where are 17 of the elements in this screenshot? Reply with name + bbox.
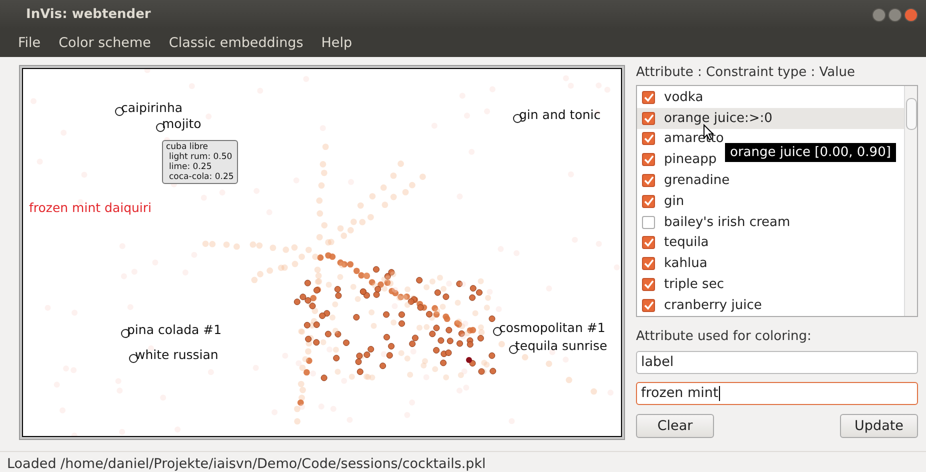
tooltip-title: cuba libre bbox=[166, 142, 210, 152]
point-label: gin and tonic bbox=[519, 106, 601, 122]
point-label: pina colada #1 bbox=[127, 322, 222, 337]
point-label: frozen mint daiquiri bbox=[29, 200, 152, 215]
tooltip: orange juice [0.00, 0.90] bbox=[725, 142, 896, 162]
point-label: white russian bbox=[135, 346, 218, 362]
list-heading: Attribute : Constraint type : Value bbox=[636, 64, 856, 80]
section-heading: Attribute used for coloring: bbox=[636, 328, 812, 344]
tooltip-line: light rum: 0.50 bbox=[168, 152, 234, 162]
point-label: mojito bbox=[162, 116, 202, 131]
status-bar: Loaded /home/daniel/Projekte/iaisvn/Demo/Code/sessions/cocktails.pkl bbox=[0, 451, 926, 472]
tooltip-line: coca-cola: 0.25 bbox=[168, 172, 234, 182]
point-label: tequila sunrise bbox=[515, 338, 608, 353]
point-label: caipirinha bbox=[121, 100, 183, 115]
tooltip-line: lime: 0.25 bbox=[168, 162, 213, 172]
point-label: cosmopolitan #1 bbox=[499, 320, 606, 335]
window-title: InVis: webtender bbox=[26, 7, 152, 22]
